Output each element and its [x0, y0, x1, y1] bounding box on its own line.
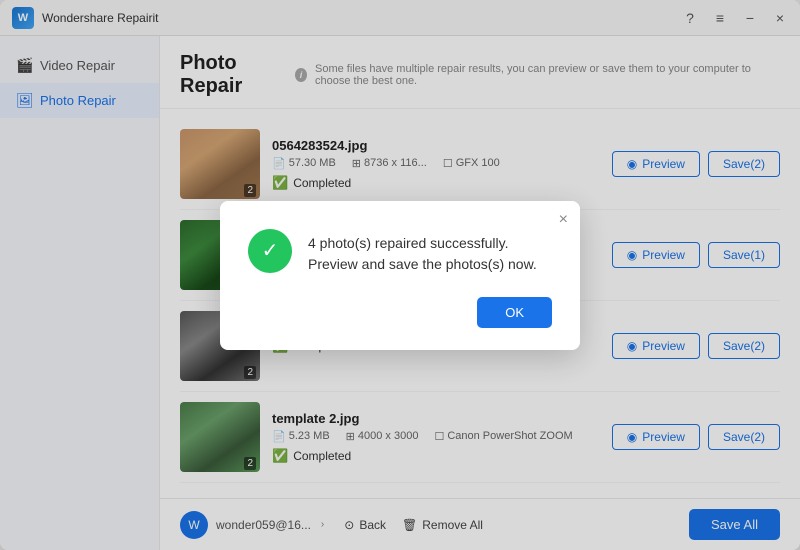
modal-close-button[interactable]: × — [559, 211, 568, 229]
success-icon: ✓ — [248, 229, 292, 273]
modal-body: ✓ 4 photo(s) repaired successfully. Prev… — [248, 229, 552, 275]
success-modal: × ✓ 4 photo(s) repaired successfully. Pr… — [220, 201, 580, 350]
ok-button[interactable]: OK — [477, 297, 552, 328]
modal-footer: OK — [248, 297, 552, 328]
modal-message: 4 photo(s) repaired successfully. Previe… — [308, 229, 552, 275]
modal-overlay: × ✓ 4 photo(s) repaired successfully. Pr… — [0, 0, 800, 550]
